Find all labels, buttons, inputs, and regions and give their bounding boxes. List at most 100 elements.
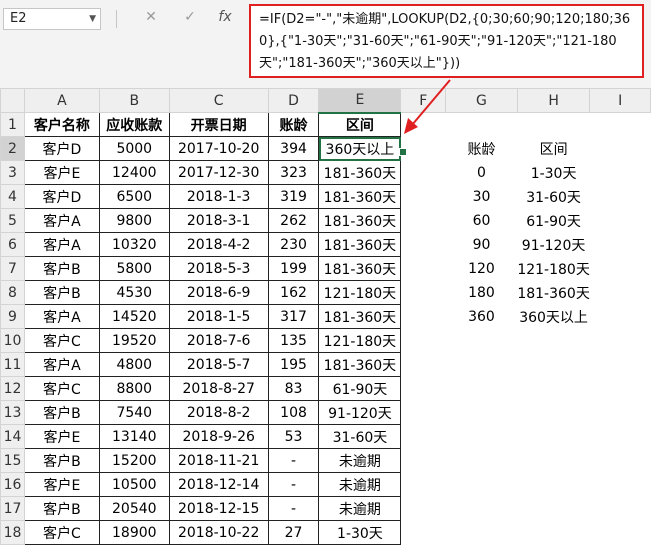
cell-a3[interactable]: 客户E (23, 160, 100, 185)
cell-f5[interactable] (401, 209, 446, 233)
column-header-e[interactable]: E (318, 88, 402, 114)
cell-c5[interactable]: 2018-3-1 (168, 208, 269, 233)
cell-d8[interactable]: 162 (267, 280, 320, 305)
cell-b11[interactable]: 4800 (98, 352, 170, 377)
cell-f12[interactable] (401, 377, 446, 401)
cell-e18[interactable]: 1-30天 (318, 520, 402, 545)
cell-g3[interactable]: 0 (446, 161, 518, 185)
cell-c9[interactable]: 2018-1-5 (168, 304, 269, 329)
cell-h9[interactable]: 360天以上 (517, 305, 590, 329)
cell-f7[interactable] (401, 257, 446, 281)
row-header[interactable]: 13 (0, 400, 25, 425)
cell-b17[interactable]: 20540 (98, 496, 170, 521)
column-header-a[interactable]: A (23, 88, 100, 113)
cell-a12[interactable]: 客户C (23, 376, 100, 401)
cell-h12[interactable] (517, 377, 590, 401)
cell-b9[interactable]: 14520 (98, 304, 170, 329)
cell-h8[interactable]: 181-360天 (517, 281, 590, 305)
cell-b2[interactable]: 5000 (98, 136, 170, 161)
cell-g10[interactable] (446, 329, 518, 353)
insert-function-icon[interactable]: fx (215, 9, 235, 25)
cell-e15[interactable]: 未逾期 (318, 448, 402, 473)
cell-b16[interactable]: 10500 (98, 472, 170, 497)
cell-g5[interactable]: 60 (446, 209, 518, 233)
cell-i17[interactable] (590, 497, 651, 521)
cell-i16[interactable] (590, 473, 651, 497)
cell-e5[interactable]: 181-360天 (318, 208, 402, 233)
cell-h10[interactable] (517, 329, 590, 353)
column-header-h[interactable]: H (516, 88, 591, 113)
row-header[interactable]: 4 (0, 184, 25, 209)
cell-g8[interactable]: 180 (446, 281, 518, 305)
row-header[interactable]: 6 (0, 232, 25, 257)
row-header[interactable]: 18 (0, 520, 25, 545)
row-header[interactable]: 10 (0, 328, 25, 353)
cell-b6[interactable]: 10320 (98, 232, 170, 257)
cell-a15[interactable]: 客户B (23, 448, 100, 473)
cell-c1[interactable]: 开票日期 (168, 112, 269, 137)
cell-a18[interactable]: 客户C (23, 520, 100, 545)
row-header[interactable]: 12 (0, 376, 25, 401)
cell-h14[interactable] (517, 425, 590, 449)
cell-d2[interactable]: 394 (267, 136, 320, 161)
row-header[interactable]: 3 (0, 160, 25, 185)
cell-f6[interactable] (401, 233, 446, 257)
cell-c6[interactable]: 2018-4-2 (168, 232, 269, 257)
row-header[interactable]: 16 (0, 472, 25, 497)
cell-g17[interactable] (446, 497, 518, 521)
cell-f3[interactable] (401, 161, 446, 185)
cell-d6[interactable]: 230 (267, 232, 320, 257)
cell-b7[interactable]: 5800 (98, 256, 170, 281)
cell-b15[interactable]: 15200 (98, 448, 170, 473)
cell-a5[interactable]: 客户A (23, 208, 100, 233)
cell-f14[interactable] (401, 425, 446, 449)
cell-g11[interactable] (446, 353, 518, 377)
cell-d9[interactable]: 317 (267, 304, 320, 329)
cell-b14[interactable]: 13140 (98, 424, 170, 449)
cell-b18[interactable]: 18900 (98, 520, 170, 545)
cell-i13[interactable] (590, 401, 651, 425)
cell-g13[interactable] (446, 401, 518, 425)
cell-a13[interactable]: 客户B (23, 400, 100, 425)
cell-a17[interactable]: 客户B (23, 496, 100, 521)
cell-i6[interactable] (590, 233, 651, 257)
cell-e13[interactable]: 91-120天 (318, 400, 402, 425)
cell-i2[interactable] (590, 137, 651, 161)
fill-handle[interactable] (399, 148, 407, 156)
cell-g2[interactable]: 账龄 (446, 137, 518, 161)
cell-i3[interactable] (590, 161, 651, 185)
cell-g9[interactable]: 360 (446, 305, 518, 329)
formula-input[interactable]: =IF(D2="-","未逾期",LOOKUP(D2,{0;30;60;90;1… (249, 4, 644, 78)
cell-i10[interactable] (590, 329, 651, 353)
cell-h2[interactable]: 区间 (517, 137, 590, 161)
cell-f9[interactable] (401, 305, 446, 329)
cell-d16[interactable]: - (267, 472, 320, 497)
row-header[interactable]: 14 (0, 424, 25, 449)
cell-c11[interactable]: 2018-5-7 (168, 352, 269, 377)
cell-g18[interactable] (446, 521, 518, 545)
row-header[interactable]: 5 (0, 208, 25, 233)
cell-d14[interactable]: 53 (267, 424, 320, 449)
cell-h11[interactable] (517, 353, 590, 377)
cell-i7[interactable] (590, 257, 651, 281)
cell-c8[interactable]: 2018-6-9 (168, 280, 269, 305)
cell-c3[interactable]: 2017-12-30 (168, 160, 269, 185)
cell-f11[interactable] (401, 353, 446, 377)
cell-c2[interactable]: 2017-10-20 (168, 136, 269, 161)
cell-b10[interactable]: 19520 (98, 328, 170, 353)
cell-h16[interactable] (517, 473, 590, 497)
row-header[interactable]: 8 (0, 280, 25, 305)
cell-h15[interactable] (517, 449, 590, 473)
cell-h17[interactable] (517, 497, 590, 521)
select-all-corner[interactable] (0, 88, 25, 113)
cell-h4[interactable]: 31-60天 (517, 185, 590, 209)
cell-d3[interactable]: 323 (267, 160, 320, 185)
cell-a1[interactable]: 客户名称 (23, 112, 100, 137)
cell-d7[interactable]: 199 (267, 256, 320, 281)
cell-b12[interactable]: 8800 (98, 376, 170, 401)
cell-h18[interactable] (517, 521, 590, 545)
cell-g12[interactable] (446, 377, 518, 401)
cell-i18[interactable] (590, 521, 651, 545)
cell-d15[interactable]: - (267, 448, 320, 473)
cell-d5[interactable]: 262 (267, 208, 320, 233)
